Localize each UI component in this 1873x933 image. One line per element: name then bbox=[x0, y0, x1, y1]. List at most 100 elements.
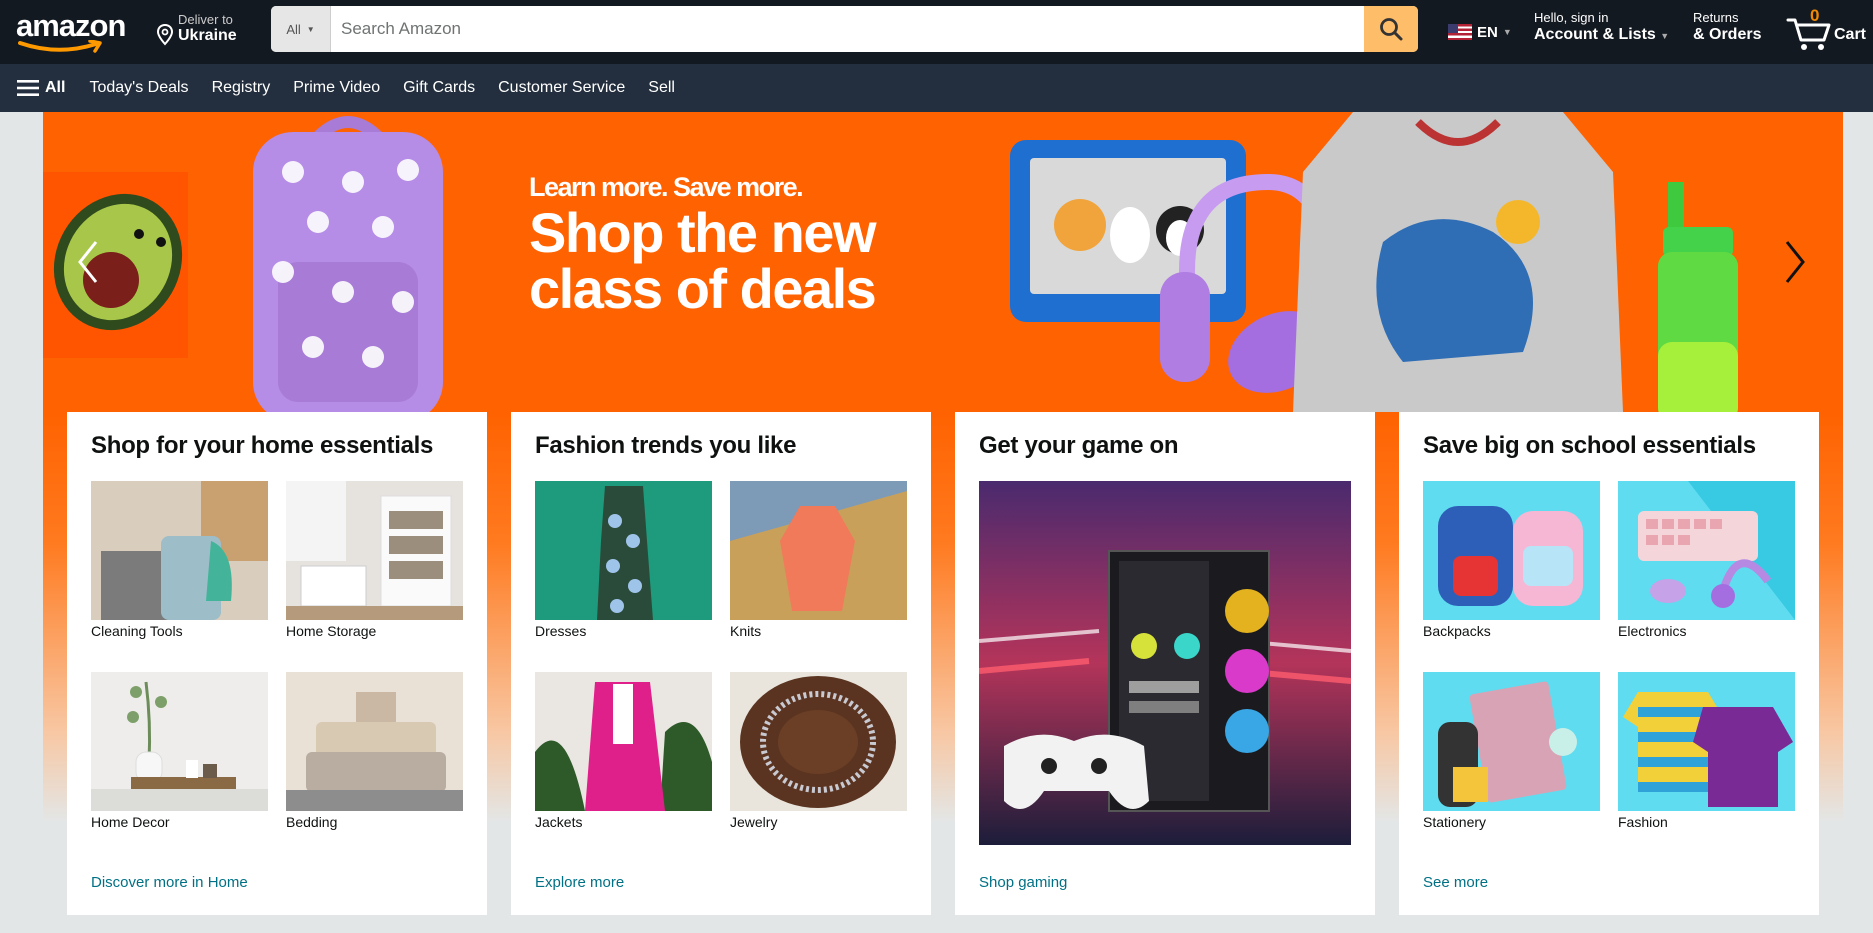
tile-home-storage[interactable]: Home Storage bbox=[286, 481, 463, 639]
account-and-lists[interactable]: Hello, sign in Account & Lists ▼ bbox=[1534, 10, 1669, 44]
tile-knits[interactable]: Knits bbox=[730, 481, 907, 639]
deliver-to-location[interactable]: Deliver to Ukraine bbox=[156, 10, 256, 50]
tile-stationery[interactable]: Stationery bbox=[1423, 672, 1600, 830]
chevron-down-icon: ▼ bbox=[306, 24, 315, 34]
chevron-down-icon: ▼ bbox=[1502, 27, 1512, 37]
discover-more-home-link[interactable]: Discover more in Home bbox=[91, 874, 248, 891]
electronics-image bbox=[1618, 481, 1795, 620]
jackets-image bbox=[535, 672, 712, 811]
dinosaur-sweatshirt-image bbox=[1293, 112, 1623, 412]
hero-headline: Learn more. Save more. Shop the new clas… bbox=[529, 172, 877, 320]
nav-link-sell[interactable]: Sell bbox=[648, 79, 675, 97]
tile-caption: Fashion bbox=[1618, 814, 1668, 830]
tile-caption: Backpacks bbox=[1423, 623, 1491, 639]
gaming-pc-image[interactable] bbox=[979, 481, 1351, 845]
water-bottle-image bbox=[1658, 182, 1738, 422]
cart-label: Cart bbox=[1834, 26, 1867, 43]
home-storage-image bbox=[286, 481, 463, 620]
avocado-lunchbox-image bbox=[43, 172, 188, 358]
card-title: Get your game on bbox=[979, 432, 1179, 459]
search-input[interactable] bbox=[333, 6, 1333, 52]
chevron-right-icon bbox=[1785, 241, 1805, 283]
search-bar: All ▼ bbox=[271, 6, 1418, 52]
deliver-to-label: Deliver to bbox=[178, 12, 233, 27]
bedding-image bbox=[286, 672, 463, 811]
tile-caption: Jewelry bbox=[730, 814, 778, 830]
tile-electronics[interactable]: Electronics bbox=[1618, 481, 1795, 639]
nav-link-prime-video[interactable]: Prime Video bbox=[293, 79, 380, 97]
search-category-dropdown[interactable]: All ▼ bbox=[271, 6, 331, 52]
tile-caption: Knits bbox=[730, 623, 762, 639]
search-submit-button[interactable] bbox=[1364, 6, 1418, 52]
account-lists-label: Account & Lists bbox=[1534, 26, 1656, 43]
amazon-logo[interactable]: amazon bbox=[12, 6, 140, 56]
shopping-cart-icon bbox=[1786, 18, 1831, 50]
nav-link-todays-deals[interactable]: Today's Deals bbox=[89, 79, 188, 97]
tile-caption: Jackets bbox=[535, 814, 583, 830]
tile-caption: Home Decor bbox=[91, 814, 170, 830]
card-fashion-trends: Fashion trends you like Dresses Knits Ja… bbox=[511, 412, 931, 915]
see-more-link[interactable]: See more bbox=[1423, 874, 1488, 891]
knits-image bbox=[730, 481, 907, 620]
search-category-label: All bbox=[286, 21, 301, 37]
hero-tagline: Learn more. Save more. bbox=[529, 172, 804, 202]
language-selector[interactable]: EN ▼ bbox=[1448, 22, 1512, 42]
card-title: Save big on school essentials bbox=[1423, 432, 1756, 459]
tile-jewelry[interactable]: Jewelry bbox=[730, 672, 907, 830]
account-lists-row: Account & Lists ▼ bbox=[1534, 26, 1669, 44]
carousel-next-button[interactable] bbox=[1775, 232, 1815, 292]
us-flag-icon bbox=[1448, 24, 1472, 40]
deliver-country: Ukraine bbox=[178, 27, 237, 44]
tile-cleaning-tools[interactable]: Cleaning Tools bbox=[91, 481, 268, 639]
tile-caption: Dresses bbox=[535, 623, 587, 639]
search-icon bbox=[1380, 18, 1403, 41]
tile-caption: Electronics bbox=[1618, 623, 1687, 639]
home-decor-image bbox=[91, 672, 268, 811]
explore-more-link[interactable]: Explore more bbox=[535, 874, 624, 891]
language-code: EN bbox=[1477, 23, 1498, 41]
purple-backpack-image bbox=[253, 116, 443, 412]
cart-button[interactable]: 0 Cart bbox=[1786, 6, 1870, 52]
hero-title-line1: Shop the new bbox=[529, 201, 877, 264]
sign-in-greeting: Hello, sign in bbox=[1534, 10, 1609, 25]
tile-caption: Home Storage bbox=[286, 623, 377, 639]
logo-wordmark: amazon bbox=[16, 8, 126, 43]
tile-caption: Bedding bbox=[286, 814, 338, 830]
hamburger-menu-icon bbox=[17, 80, 39, 96]
smile-arrow-icon bbox=[18, 40, 102, 53]
secondary-navigation-bar: All Today's Deals Registry Prime Video G… bbox=[0, 64, 1873, 112]
cleaning-tools-image bbox=[91, 481, 268, 620]
nav-link-registry[interactable]: Registry bbox=[212, 79, 271, 97]
tile-jackets[interactable]: Jackets bbox=[535, 672, 712, 830]
backpacks-image bbox=[1423, 481, 1600, 620]
shop-gaming-link[interactable]: Shop gaming bbox=[979, 874, 1067, 891]
orders-label: & Orders bbox=[1693, 26, 1762, 43]
card-home-essentials: Shop for your home essentials Cleaning T… bbox=[67, 412, 487, 915]
kids-fashion-image bbox=[1618, 672, 1795, 811]
carousel-previous-button[interactable] bbox=[68, 232, 108, 292]
location-pin-icon bbox=[156, 24, 174, 46]
card-school-essentials: Save big on school essentials Backpacks … bbox=[1399, 412, 1819, 915]
stationery-image bbox=[1423, 672, 1600, 811]
dresses-image bbox=[535, 481, 712, 620]
tile-dresses[interactable]: Dresses bbox=[535, 481, 712, 639]
all-menu-label: All bbox=[45, 79, 66, 96]
top-navigation-bar: amazon Deliver to Ukraine All ▼ EN ▼ bbox=[0, 0, 1873, 64]
card-title: Shop for your home essentials bbox=[91, 432, 434, 459]
all-menu-button[interactable]: All bbox=[17, 79, 65, 97]
tile-caption: Cleaning Tools bbox=[91, 623, 183, 639]
hero-title-line2: class of deals bbox=[529, 257, 877, 320]
returns-label: Returns bbox=[1693, 10, 1739, 25]
jewelry-image bbox=[730, 672, 907, 811]
chevron-left-icon bbox=[78, 241, 98, 283]
tile-caption: Stationery bbox=[1423, 814, 1487, 830]
nav-link-gift-cards[interactable]: Gift Cards bbox=[403, 79, 475, 97]
tile-home-decor[interactable]: Home Decor bbox=[91, 672, 268, 830]
returns-and-orders[interactable]: Returns & Orders bbox=[1693, 10, 1761, 44]
chevron-down-icon: ▼ bbox=[1660, 31, 1670, 41]
card-title: Fashion trends you like bbox=[535, 432, 797, 459]
tile-fashion[interactable]: Fashion bbox=[1618, 672, 1795, 830]
tile-backpacks[interactable]: Backpacks bbox=[1423, 481, 1600, 639]
tile-bedding[interactable]: Bedding bbox=[286, 672, 463, 830]
nav-link-customer-service[interactable]: Customer Service bbox=[498, 79, 625, 97]
